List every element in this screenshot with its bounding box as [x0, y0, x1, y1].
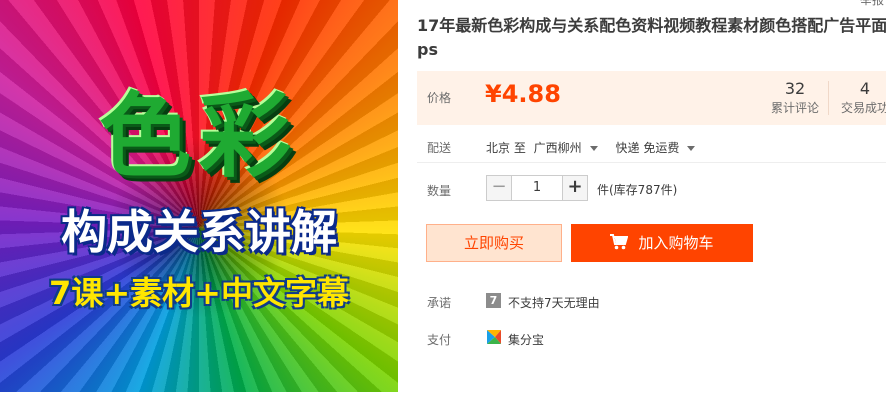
- shipping-destination-select[interactable]: 广西柳州: [534, 141, 608, 155]
- add-to-cart-button[interactable]: 加入购物车: [571, 224, 753, 262]
- promise-text: 不支持7天无理由: [508, 296, 600, 310]
- reviews-label: 累计评论: [770, 101, 819, 115]
- report-link[interactable]: 举报: [860, 0, 884, 8]
- trades-label: 交易成功: [840, 101, 886, 115]
- stock-info: 件(库存787件): [597, 183, 678, 197]
- trades-count: 4: [859, 79, 871, 98]
- shipping-method: 快递 免运费: [615, 141, 680, 155]
- quantity-input[interactable]: 1: [512, 175, 562, 201]
- shipping-label: 配送: [427, 141, 452, 155]
- product-title: 17年最新色彩构成与关系配色资料视频教程素材颜色搭配广告平面: [417, 16, 886, 35]
- increase-button[interactable]: +: [562, 175, 588, 201]
- price-panel: 价格 ¥4.88 32 累计评论 4 交易成功: [417, 71, 886, 125]
- product-image[interactable]: 色彩 构成关系讲解 7课+素材+中文字幕: [0, 0, 398, 392]
- chevron-down-icon: [687, 146, 696, 151]
- quantity-stepper: − 1 +: [486, 175, 588, 201]
- trades-stat[interactable]: 4 交易成功: [835, 79, 886, 117]
- price-label: 价格: [427, 91, 452, 105]
- payment-method: 集分宝: [508, 333, 545, 347]
- reviews-stat[interactable]: 32 累计评论: [765, 79, 825, 117]
- shipping-from: 北京 至: [486, 141, 526, 155]
- promise-label: 承诺: [427, 296, 452, 310]
- divider: [417, 162, 886, 163]
- shipping-method-select[interactable]: 快递 免运费: [616, 141, 706, 155]
- product-title-continued: ps: [417, 40, 438, 59]
- stat-divider: [828, 81, 829, 115]
- shipping-destination: 广西柳州: [533, 141, 582, 155]
- quantity-label: 数量: [427, 184, 452, 198]
- image-title: 色彩: [98, 83, 299, 190]
- payment-label: 支付: [427, 333, 452, 347]
- price-value: ¥4.88: [485, 80, 561, 108]
- cart-icon: [610, 234, 629, 250]
- image-tagline: 7课+素材+中文字幕: [49, 274, 349, 312]
- jifenbao-icon: [487, 330, 501, 344]
- buy-now-button[interactable]: 立即购买: [426, 224, 562, 262]
- chevron-down-icon: [589, 146, 598, 151]
- shipping-row: 北京 至 广西柳州 快递 免运费: [486, 139, 709, 156]
- seven-day-icon: 7: [486, 293, 501, 308]
- image-subtitle: 构成关系讲解: [61, 205, 337, 259]
- reviews-count: 32: [784, 79, 806, 98]
- add-to-cart-label: 加入购物车: [638, 234, 714, 252]
- decrease-button[interactable]: −: [486, 175, 512, 201]
